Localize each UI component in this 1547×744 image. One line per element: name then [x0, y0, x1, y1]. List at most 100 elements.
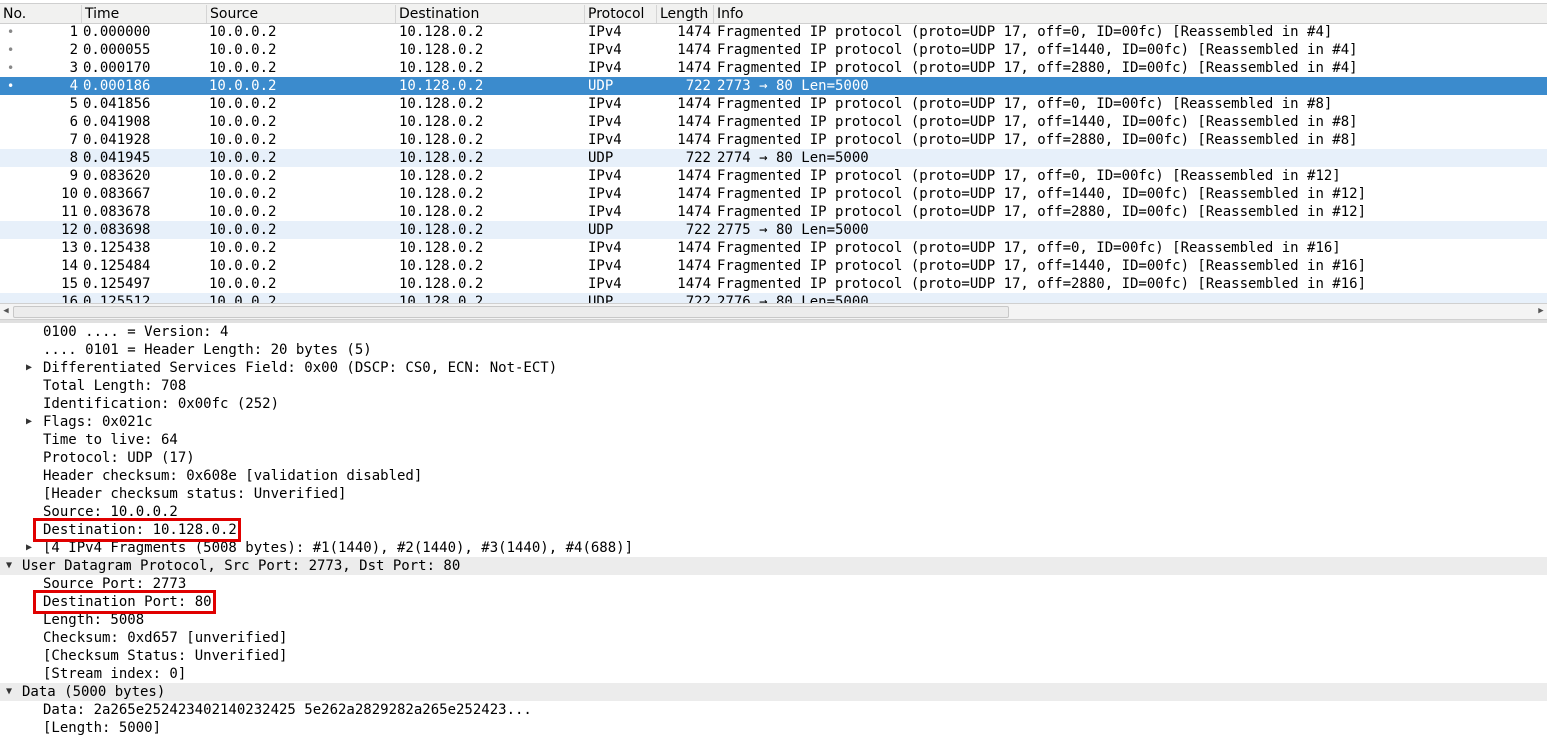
cell-destination: 10.128.0.2: [399, 294, 484, 303]
details-field[interactable]: [Checksum Status: Unverified]: [0, 647, 1547, 665]
column-label: Destination: [399, 6, 480, 22]
table-row[interactable]: 11 0.083678 10.0.0.2 10.128.0.2 IPv4 1474 Frag…: [0, 203, 1547, 221]
column-label: Info: [717, 6, 744, 22]
table-row[interactable]: 16 0.125512 10.0.0.2 10.128.0.2 UDP 722 2776 →…: [0, 293, 1547, 303]
table-row[interactable]: • 2 0.000055 10.0.0.2 10.128.0.2 IPv4 1474 Frag…: [0, 41, 1547, 59]
triangle-down-icon[interactable]: ▼: [3, 683, 15, 701]
cell-time: 0.000055: [83, 42, 151, 58]
details-section-header[interactable]: ▼ User Datagram Protocol, Src Port: 2773,…: [0, 557, 1547, 575]
cell-source: 10.0.0.2: [209, 60, 277, 76]
table-row[interactable]: 13 0.125438 10.0.0.2 10.128.0.2 IPv4 1474 Frag…: [0, 239, 1547, 257]
cell-protocol: IPv4: [588, 168, 622, 184]
details-field[interactable]: ▶ Flags: 0x021c: [0, 413, 1547, 431]
column-header-length[interactable]: Length: [656, 5, 713, 23]
column-label: Source: [210, 6, 259, 22]
cell-no: 1: [69, 24, 78, 40]
scroll-left-icon[interactable]: ◀: [0, 304, 12, 319]
details-field[interactable]: [Stream index: 0]: [0, 665, 1547, 683]
details-field[interactable]: Checksum: 0xd657 [unverified]: [0, 629, 1547, 647]
cell-destination: 10.128.0.2: [399, 240, 484, 256]
cell-no: 13: [61, 240, 78, 256]
cell-info: Fragmented IP protocol (proto=UDP 17, of…: [717, 240, 1341, 256]
details-field[interactable]: Total Length: 708: [0, 377, 1547, 395]
cell-length: 1474: [677, 114, 711, 130]
details-field[interactable]: Destination Port: 80: [0, 593, 1547, 611]
column-header-info[interactable]: Info: [713, 5, 1547, 23]
cell-time: 0.083620: [83, 168, 151, 184]
cell-info: Fragmented IP protocol (proto=UDP 17, of…: [717, 42, 1358, 58]
table-row[interactable]: 5 0.041856 10.0.0.2 10.128.0.2 IPv4 1474 Fragm…: [0, 95, 1547, 113]
column-header-protocol[interactable]: Protocol: [584, 5, 656, 23]
cell-time: 0.041928: [83, 132, 151, 148]
details-field[interactable]: .... 0101 = Header Length: 20 bytes (5): [0, 341, 1547, 359]
table-row[interactable]: • 1 0.000000 10.0.0.2 10.128.0.2 IPv4 1474 Frag…: [0, 23, 1547, 41]
cell-no: 16: [61, 294, 78, 303]
column-label: Protocol: [588, 6, 645, 22]
cell-length: 722: [685, 222, 711, 238]
table-row[interactable]: 7 0.041928 10.0.0.2 10.128.0.2 IPv4 1474 Fragm…: [0, 131, 1547, 149]
cell-time: 0.125438: [83, 240, 151, 256]
details-field[interactable]: Identification: 0x00fc (252): [0, 395, 1547, 413]
cell-source: 10.0.0.2: [209, 114, 277, 130]
cell-destination: 10.128.0.2: [399, 96, 484, 112]
cell-no: 14: [61, 258, 78, 274]
cell-protocol: IPv4: [588, 258, 622, 274]
table-row[interactable]: 15 0.125497 10.0.0.2 10.128.0.2 IPv4 1474 Frag…: [0, 275, 1547, 293]
details-field[interactable]: [Header checksum status: Unverified]: [0, 485, 1547, 503]
triangle-down-icon[interactable]: ▼: [3, 557, 15, 575]
table-row[interactable]: 12 0.083698 10.0.0.2 10.128.0.2 UDP 722 2775 →…: [0, 221, 1547, 239]
details-text: [Header checksum status: Unverified]: [43, 486, 347, 502]
cell-source: 10.0.0.2: [209, 24, 277, 40]
details-field[interactable]: [Length: 5000]: [0, 719, 1547, 737]
column-header-destination[interactable]: Destination: [395, 5, 584, 23]
cell-no: 5: [69, 96, 78, 112]
details-field[interactable]: Time to live: 64: [0, 431, 1547, 449]
table-row[interactable]: 14 0.125484 10.0.0.2 10.128.0.2 IPv4 1474 Frag…: [0, 257, 1547, 275]
cell-length: 1474: [677, 60, 711, 76]
details-field[interactable]: Data: 2a265e252423402140232425 5e262a282…: [0, 701, 1547, 719]
column-label: No.: [3, 6, 27, 22]
details-field[interactable]: Protocol: UDP (17): [0, 449, 1547, 467]
cell-destination: 10.128.0.2: [399, 60, 484, 76]
cell-protocol: IPv4: [588, 204, 622, 220]
cell-time: 0.125512: [83, 294, 151, 303]
cell-no: 2: [69, 42, 78, 58]
cell-info: 2773 → 80 Len=5000: [717, 78, 869, 94]
packet-list-header: No. Time Source Destination Protocol Len…: [0, 3, 1547, 24]
column-header-time[interactable]: Time: [81, 5, 206, 23]
table-row[interactable]: 8 0.041945 10.0.0.2 10.128.0.2 UDP 722 2774 → …: [0, 149, 1547, 167]
cell-info: Fragmented IP protocol (proto=UDP 17, of…: [717, 132, 1358, 148]
details-text: Identification: 0x00fc (252): [43, 396, 280, 412]
scroll-right-icon[interactable]: ▶: [1535, 304, 1547, 319]
details-field[interactable]: ▶ Differentiated Services Field: 0x00 (DS…: [0, 359, 1547, 377]
details-text: [Checksum Status: Unverified]: [43, 648, 288, 664]
details-text: .... 0101 = Header Length: 20 bytes (5): [43, 342, 372, 358]
cell-no: 8: [69, 150, 78, 166]
details-section-header[interactable]: ▼ Data (5000 bytes): [0, 683, 1547, 701]
cell-source: 10.0.0.2: [209, 222, 277, 238]
table-row[interactable]: • 3 0.000170 10.0.0.2 10.128.0.2 IPv4 1474 Frag…: [0, 59, 1547, 77]
table-row[interactable]: 9 0.083620 10.0.0.2 10.128.0.2 IPv4 1474 Fragm…: [0, 167, 1547, 185]
column-header-source[interactable]: Source: [206, 5, 395, 23]
cell-length: 722: [685, 150, 711, 166]
details-field[interactable]: 0100 .... = Version: 4: [0, 323, 1547, 341]
details-field[interactable]: Source Port: 2773: [0, 575, 1547, 593]
cell-protocol: UDP: [588, 78, 614, 94]
details-field[interactable]: Header checksum: 0x608e [validation disa…: [0, 467, 1547, 485]
cell-source: 10.0.0.2: [209, 258, 277, 274]
cell-source: 10.0.0.2: [209, 204, 277, 220]
cell-time: 0.083667: [83, 186, 151, 202]
cell-length: 722: [685, 78, 711, 94]
triangle-right-icon[interactable]: ▶: [23, 359, 35, 377]
table-row[interactable]: 6 0.041908 10.0.0.2 10.128.0.2 IPv4 1474 Fragm…: [0, 113, 1547, 131]
table-row[interactable]: 10 0.083667 10.0.0.2 10.128.0.2 IPv4 1474 Frag…: [0, 185, 1547, 203]
table-row[interactable]: • 4 0.000186 10.0.0.2 10.128.0.2 UDP 722 2773 →…: [0, 77, 1547, 95]
triangle-right-icon[interactable]: ▶: [23, 413, 35, 431]
column-header-no[interactable]: No.: [0, 5, 81, 23]
horizontal-scrollbar[interactable]: ◀ ▶: [0, 303, 1547, 320]
cell-source: 10.0.0.2: [209, 168, 277, 184]
scrollbar-thumb[interactable]: [13, 306, 1009, 318]
details-field[interactable]: Length: 5008: [0, 611, 1547, 629]
cell-no: 7: [69, 132, 78, 148]
cell-destination: 10.128.0.2: [399, 204, 484, 220]
